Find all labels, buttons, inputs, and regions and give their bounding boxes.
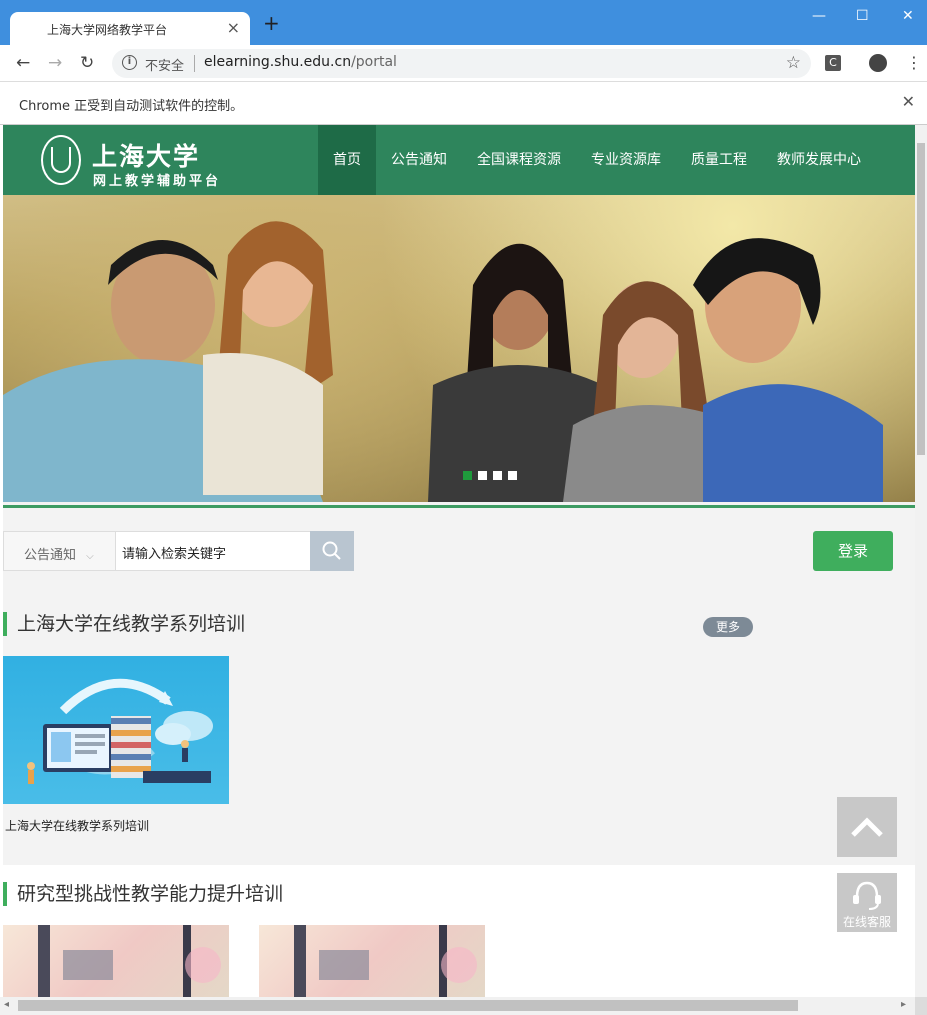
maximize-button[interactable]: ☐ [856, 8, 869, 24]
scroll-right-icon[interactable]: ▸ [901, 999, 906, 1010]
scrollbar-thumb[interactable] [917, 143, 925, 455]
infobar-text: Chrome 正受到自动测试软件的控制。 [19, 99, 244, 114]
back-to-top-button[interactable] [837, 797, 897, 857]
browser-toolbar: ← → ↻ i 不安全 elearning.shu.edu.cn/portal … [0, 45, 927, 82]
close-window-button[interactable]: ✕ [902, 8, 914, 24]
university-logo-icon[interactable] [41, 135, 81, 185]
site-header: 上海大学 网上教学辅助平台 首页 公告通知 全国课程资源 专业资源库 质量工程 … [3, 125, 915, 195]
main-nav: 首页 公告通知 全国课程资源 专业资源库 质量工程 教师发展中心 [318, 125, 876, 195]
course-card-image[interactable] [3, 925, 229, 997]
tab-close-icon[interactable]: × [227, 18, 240, 37]
vertical-scrollbar[interactable] [915, 125, 927, 997]
logo-subtitle: 网上教学辅助平台 [93, 174, 222, 189]
search-category-select[interactable]: 公告通知 ⌵ [3, 531, 116, 571]
divider [3, 505, 915, 508]
url-path: /portal [351, 54, 397, 70]
profile-avatar-icon[interactable] [869, 54, 887, 72]
chevron-down-icon: ⌵ [86, 551, 94, 562]
extension-icon[interactable]: C [825, 55, 841, 71]
search-input[interactable]: 请输入检索关键字 [115, 531, 311, 571]
online-support-button[interactable]: 在线客服 [837, 873, 897, 932]
scrollbar-thumb[interactable] [18, 1000, 798, 1011]
online-learning-illustration [27, 678, 213, 784]
course-thumbnail-illustration [38, 925, 221, 997]
search-bar: 公告通知 ⌵ 请输入检索关键字 [3, 531, 354, 571]
browser-tab[interactable]: 上海大学网络教学平台 × [10, 12, 250, 45]
browser-titlebar: 上海大学网络教学平台 × + — ☐ ✕ [0, 0, 927, 45]
course-thumbnail-illustration [294, 925, 477, 997]
scrollbar-corner [915, 997, 927, 1015]
nav-item-quality-engineering[interactable]: 质量工程 [676, 125, 762, 195]
course-card-caption[interactable]: 上海大学在线教学系列培训 [5, 817, 149, 834]
carousel-dot-3[interactable] [493, 471, 502, 480]
bookmark-star-icon[interactable]: ☆ [786, 53, 801, 73]
security-label[interactable]: 不安全 [145, 55, 184, 74]
course-card-image[interactable] [3, 656, 229, 804]
nav-item-notices[interactable]: 公告通知 [376, 125, 462, 195]
search-category-label: 公告通知 [24, 548, 77, 563]
page-viewport: 上海大学 网上教学辅助平台 首页 公告通知 全国课程资源 专业资源库 质量工程 … [3, 125, 915, 997]
back-button[interactable]: ← [16, 53, 30, 73]
carousel-dot-2[interactable] [478, 471, 487, 480]
hero-carousel[interactable] [3, 195, 915, 502]
online-support-label: 在线客服 [842, 915, 891, 929]
info-icon[interactable]: i [122, 55, 137, 70]
login-button[interactable]: 登录 [813, 531, 893, 571]
chevron-up-icon [851, 817, 883, 837]
carousel-dot-1[interactable] [463, 471, 472, 480]
nav-item-teacher-development[interactable]: 教师发展中心 [762, 125, 876, 195]
new-tab-button[interactable]: + [263, 13, 280, 33]
tab-title: 上海大学网络教学平台 [47, 23, 168, 37]
automation-infobar: Chrome 正受到自动测试软件的控制。 ✕ [0, 82, 927, 125]
carousel-dot-4[interactable] [508, 471, 517, 480]
nav-item-home[interactable]: 首页 [318, 125, 376, 195]
search-icon [322, 541, 341, 560]
address-bar[interactable]: i 不安全 elearning.shu.edu.cn/portal ☆ [112, 49, 811, 78]
carousel-indicators [463, 471, 517, 480]
students-photo [3, 221, 883, 502]
search-button[interactable] [310, 531, 354, 571]
headset-icon [853, 881, 881, 910]
horizontal-scrollbar[interactable]: ◂ ▸ [0, 997, 915, 1015]
url-host: elearning.shu.edu.cn [204, 54, 352, 70]
forward-button[interactable]: → [48, 53, 62, 73]
section-title: 上海大学在线教学系列培训 [3, 612, 245, 636]
browser-menu-icon[interactable]: ⋮ [906, 53, 922, 72]
url-text[interactable]: elearning.shu.edu.cn/portal [204, 54, 397, 70]
divider [194, 55, 195, 72]
reload-button[interactable]: ↻ [80, 53, 94, 73]
infobar-close-icon[interactable]: ✕ [902, 92, 915, 111]
logo-title[interactable]: 上海大学 [92, 137, 200, 173]
minimize-button[interactable]: — [812, 8, 826, 24]
nav-item-national-courses[interactable]: 全国课程资源 [462, 125, 576, 195]
more-button[interactable]: 更多 [703, 617, 753, 637]
scroll-left-icon[interactable]: ◂ [4, 999, 9, 1010]
section-title: 研究型挑战性教学能力提升培训 [3, 882, 283, 906]
nav-item-major-resources[interactable]: 专业资源库 [576, 125, 676, 195]
course-card-image[interactable] [259, 925, 485, 997]
